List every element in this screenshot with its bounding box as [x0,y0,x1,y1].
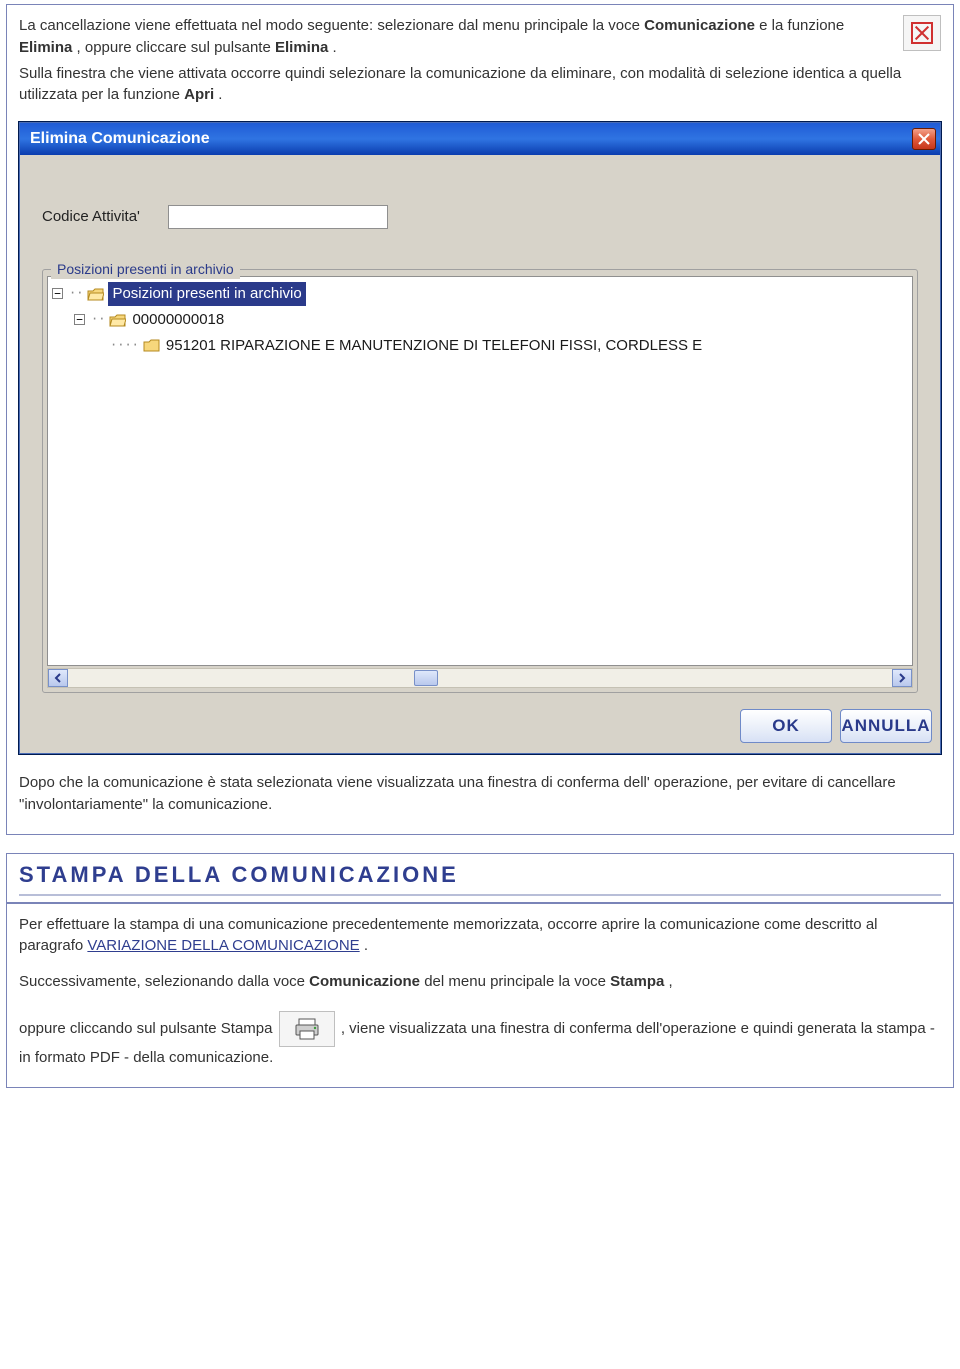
close-button[interactable] [912,128,936,150]
tree-connector: ·· [69,285,83,302]
groupbox-caption: Posizioni presenti in archivio [51,259,240,279]
folder-open-icon [109,313,126,327]
tree-child-item[interactable]: − ·· 00000000018 [72,307,910,333]
text: . [333,39,337,56]
folder-closed-icon [143,338,160,352]
chevron-right-icon [898,673,906,683]
section-heading-stampa-wrap: STAMPA DELLA COMUNICAZIONE [6,853,954,903]
para-conferma: Dopo che la comunicazione è stata selezi… [19,772,941,816]
text-bold: Elimina [275,39,328,56]
text: oppure cliccando sul pulsante Stampa [19,1020,277,1037]
groupbox-posizioni: Posizioni presenti in archivio − ·· Posi… [42,269,918,693]
annulla-button[interactable]: ANNULLA [840,709,932,743]
dialog-elimina-comunicazione: Elimina Comunicazione Codice Attivita' P… [19,122,941,754]
para-intro-1: La cancellazione viene effettuata nel mo… [19,15,941,59]
close-icon [918,133,930,145]
print-icon [279,1011,335,1047]
tree-leaf-item[interactable]: ···· 951201 RIPARAZIONE E MANUTENZIONE D… [106,333,910,359]
chevron-left-icon [54,673,62,683]
text-bold: Comunicazione [309,973,420,990]
heading-rule [19,894,941,896]
scroll-thumb[interactable] [414,670,438,686]
text-bold: Stampa [610,973,664,990]
para-stampa-1: Per effettuare la stampa di una comunica… [19,914,941,958]
scroll-left-button[interactable] [48,669,68,687]
folder-open-icon [87,287,104,301]
text: e la funzione [759,17,844,34]
codice-attivita-label: Codice Attivita' [42,206,140,228]
ok-button[interactable]: OK [740,709,832,743]
dialog-body: Codice Attivita' Posizioni presenti in a… [20,155,940,699]
text: del menu principale la voce [424,973,610,990]
text: Successivamente, selezionando dalla voce [19,973,309,990]
tree-child-label: 00000000018 [130,308,226,332]
text: . [364,937,368,954]
text-bold: Comunicazione [644,17,755,34]
text-bold: Elimina [19,39,72,56]
scroll-right-button[interactable] [892,669,912,687]
tree-view[interactable]: − ·· Posizioni presenti in archivio − ·· [47,276,913,666]
tree-collapse-icon[interactable]: − [74,314,85,325]
dialog-titlebar[interactable]: Elimina Comunicazione [20,123,940,155]
dialog-title: Elimina Comunicazione [30,127,210,150]
section-heading-stampa: STAMPA DELLA COMUNICAZIONE [19,862,941,890]
tree-leaf-label: 951201 RIPARAZIONE E MANUTENZIONE DI TEL… [164,334,704,358]
scroll-track[interactable] [68,669,892,687]
link-variazione[interactable]: VARIAZIONE DELLA COMUNICAZIONE [87,937,359,954]
text: . [218,86,222,103]
broken-image-icon [903,15,941,51]
text: La cancellazione viene effettuata nel mo… [19,17,644,34]
horizontal-scrollbar[interactable] [47,668,913,688]
section-cancellazione: La cancellazione viene effettuata nel mo… [6,4,954,835]
text: , oppure cliccare sul pulsante [77,39,275,56]
tree-root-item[interactable]: − ·· Posizioni presenti in archivio [50,281,910,307]
para-stampa-3: oppure cliccando sul pulsante Stampa , v… [19,1011,941,1069]
text: , [669,973,673,990]
tree-connector: ···· [110,337,139,354]
dialog-button-row: OK ANNULLA [20,699,940,753]
tree-connector: ·· [91,311,105,328]
text: Sulla finestra che viene attivata occorr… [19,65,901,104]
codice-attivita-input[interactable] [168,205,388,229]
tree-collapse-icon[interactable]: − [52,288,63,299]
para-stampa-2: Successivamente, selezionando dalla voce… [19,971,941,993]
field-row-codice: Codice Attivita' [42,205,918,229]
text-bold: Apri [184,86,214,103]
section-stampa: Per effettuare la stampa di una comunica… [6,903,954,1088]
tree-root-label: Posizioni presenti in archivio [108,282,305,306]
para-intro-2: Sulla finestra che viene attivata occorr… [19,63,941,107]
